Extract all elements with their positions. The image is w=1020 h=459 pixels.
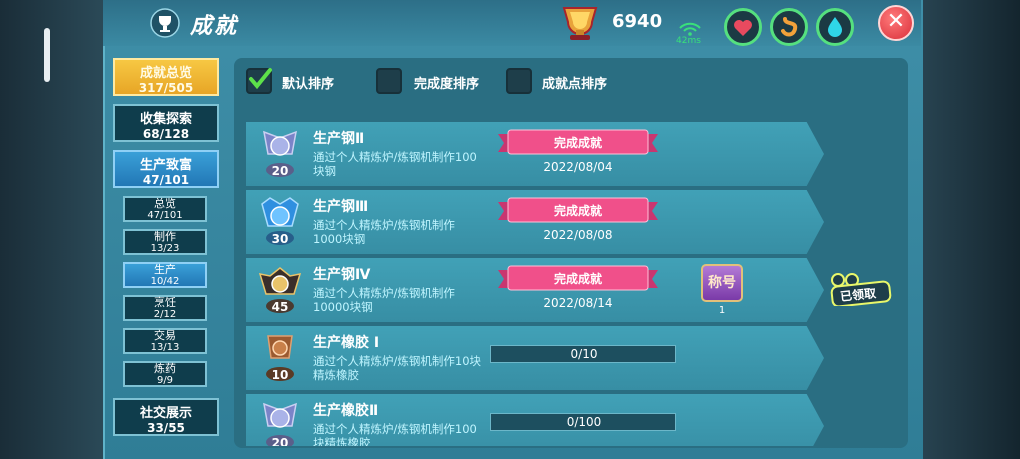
nav-production[interactable]: 生产致富 47/101: [113, 150, 219, 188]
achievement-desc: 通过个人精炼炉/炼钢机制作1000块钢: [313, 218, 455, 246]
completion-date: 2022/08/08: [543, 228, 613, 242]
subnav-label: 交易: [154, 329, 176, 342]
nav-count: 47/101: [142, 173, 190, 187]
subnav-label: 生产: [154, 263, 176, 276]
sort-default-label[interactable]: 默认排序: [282, 73, 334, 92]
status-label: 完成成就: [554, 203, 602, 218]
medal-number: 30: [272, 232, 289, 246]
subnav-label: 炼药: [154, 362, 176, 375]
achievement-desc: 通过个人精炼炉/炼钢机制作10块精炼橡胶: [313, 354, 482, 382]
achievement-desc: 通过个人精炼炉/炼钢机制作10000块钢: [313, 286, 455, 314]
subnav-label: 烹饪: [154, 296, 176, 309]
sort-points-label[interactable]: 成就点排序: [542, 73, 607, 92]
medal-number: 45: [272, 300, 289, 314]
checkmark-icon: [249, 68, 272, 90]
subnav-crafting[interactable]: 制作 13/23: [123, 229, 207, 255]
achievement-name: 生产钢Ⅱ: [313, 131, 365, 147]
gold-winged-medal-icon: 45: [258, 267, 302, 314]
sort-points-checkbox[interactable]: [506, 68, 532, 94]
trophy-icon: [150, 8, 180, 38]
nav-label: 收集探索: [139, 112, 192, 127]
drawer-handle[interactable]: [44, 28, 50, 82]
sort-completion-checkbox[interactable]: [376, 68, 402, 94]
achievement-name: 生产橡胶Ⅱ: [313, 403, 379, 419]
nav-count: 317/505: [138, 81, 194, 95]
subnav-alchemy[interactable]: 炼药 9/9: [123, 361, 207, 387]
subnav-count: 13/13: [150, 342, 180, 353]
nav-count: 33/55: [147, 421, 185, 435]
nav-social[interactable]: 社交展示 33/55: [113, 398, 219, 436]
achievement-row[interactable]: 10 生产橡胶 Ⅰ 通过个人精炼炉/炼钢机制作10块精炼橡胶 0/10: [246, 326, 824, 390]
achievement-desc: 通过个人精炼炉/炼钢机制作100块钢: [313, 150, 477, 178]
completion-date: 2022/08/04: [543, 160, 613, 174]
subnav-trading[interactable]: 交易 13/13: [123, 328, 207, 354]
medal-number: 10: [272, 368, 289, 382]
stomach-icon: [781, 17, 798, 37]
achievement-points: 6940: [612, 11, 663, 32]
progress-bar: 0/100: [490, 413, 676, 431]
achievement-row[interactable]: 45 生产钢Ⅳ 通过个人精炼炉/炼钢机制作10000块钢 完成成就 2022/0…: [246, 258, 824, 322]
water-drop-icon: [828, 17, 842, 37]
achievement-desc: 通过个人精炼炉/炼钢机制作100块精炼橡胶: [313, 422, 477, 446]
nav-count: 68/128: [142, 127, 190, 141]
page-title: 成就: [190, 14, 239, 39]
subnav-cooking[interactable]: 烹饪 2/12: [123, 295, 207, 321]
achievement-name: 生产钢Ⅲ: [313, 199, 369, 215]
subnav-production[interactable]: 生产 10/42: [123, 262, 207, 288]
achievement-name: 生产钢Ⅳ: [313, 267, 371, 283]
subnav-count: 9/9: [156, 375, 174, 386]
health-status[interactable]: [724, 8, 762, 46]
progress-text: 0/100: [566, 415, 602, 429]
title-reward-label: 称号: [708, 275, 736, 291]
sort-default-checkbox[interactable]: [246, 68, 272, 94]
status-label: 完成成就: [554, 135, 602, 150]
close-button[interactable]: ✕: [878, 5, 914, 41]
sort-completion-label[interactable]: 完成度排序: [414, 73, 479, 92]
bronze-medal-icon: 10: [266, 335, 294, 382]
subnav-count: 2/12: [153, 309, 177, 320]
silver-medal-icon: 20: [263, 130, 297, 178]
achievement-row[interactable]: 20 生产橡胶Ⅱ 通过个人精炼炉/炼钢机制作100块精炼橡胶 0/100: [246, 394, 824, 446]
nav-explore[interactable]: 收集探索 68/128: [113, 104, 219, 142]
game-scene-right: [910, 0, 1020, 459]
nav-label: 社交展示: [139, 406, 192, 421]
achievement-name: 生产橡胶 Ⅰ: [313, 335, 380, 351]
subnav-count: 13/23: [150, 243, 180, 254]
subnav-count: 10/42: [150, 276, 180, 287]
ping-readout: 42ms: [676, 36, 701, 46]
subnav-overview[interactable]: 总览 47/101: [123, 196, 207, 222]
silver-medal-icon: 20: [263, 402, 297, 446]
status-label: 完成成就: [554, 271, 602, 286]
medal-number: 20: [272, 164, 289, 178]
gold-cup-icon: [562, 7, 598, 40]
nav-overview[interactable]: 成就总览 317/505: [113, 58, 219, 96]
progress-bar: 0/10: [490, 345, 676, 363]
nav-label: 生产致富: [139, 158, 192, 173]
heart-icon: [734, 20, 752, 36]
progress-text: 0/10: [570, 347, 598, 361]
achievement-list[interactable]: 20 生产钢Ⅱ 通过个人精炼炉/炼钢机制作100块钢 完成成就 2022/08/…: [246, 108, 826, 446]
subnav-count: 47/101: [147, 210, 183, 221]
completion-date: 2022/08/14: [543, 296, 613, 310]
completed-ribbon: 完成成就: [498, 197, 658, 223]
wifi-icon: [679, 22, 701, 36]
subnav-label: 总览: [154, 197, 176, 210]
achievement-row[interactable]: 30 生产钢Ⅲ 通过个人精炼炉/炼钢机制作1000块钢 完成成就 2022/08…: [246, 190, 824, 254]
title-reward-count: 1: [718, 305, 726, 316]
completed-ribbon: 完成成就: [498, 265, 658, 291]
achievement-row[interactable]: 20 生产钢Ⅱ 通过个人精炼炉/炼钢机制作100块钢 完成成就 2022/08/…: [246, 122, 824, 186]
hunger-status[interactable]: [770, 8, 808, 46]
medal-number: 20: [272, 436, 289, 446]
subnav-label: 制作: [154, 230, 176, 243]
thirst-status[interactable]: [816, 8, 854, 46]
nav-label: 成就总览: [139, 66, 192, 81]
game-scene-left: [0, 0, 105, 459]
blue-crystal-medal-icon: 30: [261, 197, 299, 246]
close-icon: ✕: [886, 9, 906, 34]
completed-ribbon: 完成成就: [498, 129, 658, 155]
title-reward-item[interactable]: 称号: [701, 264, 743, 302]
